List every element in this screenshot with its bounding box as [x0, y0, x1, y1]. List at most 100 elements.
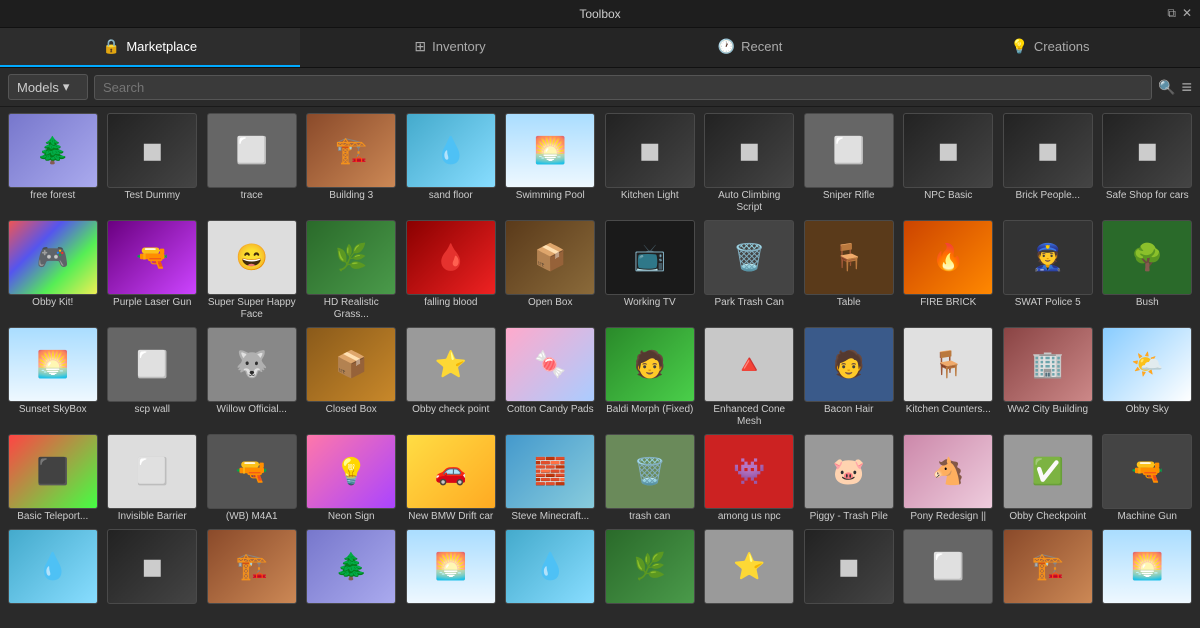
list-item[interactable]: 🌅Swimming Pool	[502, 111, 600, 216]
list-item[interactable]: ⬜scp wall	[104, 325, 202, 430]
item-label: Park Trash Can	[715, 297, 784, 309]
item-thumbnail: 🌿	[605, 529, 695, 604]
list-item[interactable]: ⬜Invisible Barrier	[104, 432, 202, 525]
list-item[interactable]: ✅Obby Checkpoint	[999, 432, 1097, 525]
list-item[interactable]: 💧	[4, 527, 102, 608]
list-item[interactable]: ◼Safe Shop for cars	[1099, 111, 1197, 216]
item-thumbnail: 🪑	[903, 327, 993, 402]
list-item[interactable]: ⭐	[701, 527, 799, 608]
list-item[interactable]: 🔫Purple Laser Gun	[104, 218, 202, 323]
search-input[interactable]	[103, 80, 1143, 95]
list-item[interactable]: 🍬 Cotton Candy Pads	[502, 325, 600, 430]
list-item[interactable]: 🌿HD Realistic Grass...	[303, 218, 401, 323]
item-thumbnail: 🌿	[306, 220, 396, 295]
window-controls[interactable]: ⧉ ✕	[1167, 6, 1192, 21]
item-thumbnail: 🗑️	[605, 434, 695, 509]
list-item[interactable]: 🌲	[303, 527, 401, 608]
list-item[interactable]: ◼	[104, 527, 202, 608]
list-item[interactable]: 🔫(WB) M4A1	[203, 432, 301, 525]
list-item[interactable]: ⬜trace	[203, 111, 301, 216]
list-item[interactable]: 🌳Bush	[1099, 218, 1197, 323]
list-item[interactable]: ◼Auto Climbing Script	[701, 111, 799, 216]
item-label: Purple Laser Gun	[113, 297, 191, 309]
list-item[interactable]: 🐷Piggy - Trash Pile	[800, 432, 898, 525]
items-grid: 🌲free forest◼Test Dummy⬜trace🏗️Building …	[0, 107, 1200, 609]
list-item[interactable]: 🏗️	[203, 527, 301, 608]
item-label: Brick People...	[1016, 190, 1080, 202]
list-item[interactable]: 🌅Sunset SkyBox	[4, 325, 102, 430]
tab-inventory[interactable]: ⊞ Inventory	[300, 28, 600, 67]
item-thumbnail: 📦	[306, 327, 396, 402]
list-item[interactable]: ◼Test Dummy	[104, 111, 202, 216]
list-item[interactable]: 😄Super Super Happy Face	[203, 218, 301, 323]
item-thumbnail: 🔺	[704, 327, 794, 402]
list-item[interactable]: ⬛Basic Teleport...	[4, 432, 102, 525]
list-item[interactable]: 🏗️Building 3	[303, 111, 401, 216]
list-item[interactable]: 🔥FIRE BRICK	[900, 218, 998, 323]
list-item[interactable]: 🌤️Obby Sky	[1099, 325, 1197, 430]
item-label: Auto Climbing Script	[704, 190, 794, 214]
item-thumbnail: 😄	[207, 220, 297, 295]
search-icon[interactable]: 🔍	[1158, 79, 1175, 96]
list-item[interactable]: 📦Closed Box	[303, 325, 401, 430]
item-label: Baldi Morph (Fixed)	[606, 404, 693, 416]
list-item[interactable]: ⭐Obby check point	[402, 325, 500, 430]
filter-icon[interactable]: ≡	[1181, 77, 1192, 98]
item-thumbnail: 👮	[1003, 220, 1093, 295]
list-item[interactable]: 💡Neon Sign	[303, 432, 401, 525]
list-item[interactable]: ⬜	[900, 527, 998, 608]
item-thumbnail: 🌲	[306, 529, 396, 604]
tab-bar: 🔒 Marketplace ⊞ Inventory 🕐 Recent 💡 Cre…	[0, 28, 1200, 68]
list-item[interactable]: 🔫Machine Gun	[1099, 432, 1197, 525]
list-item[interactable]: 🏢Ww2 City Building	[999, 325, 1097, 430]
models-dropdown[interactable]: Models ▾	[8, 74, 88, 100]
list-item[interactable]: ◼ Brick People...	[999, 111, 1097, 216]
list-item[interactable]: 📦Open Box	[502, 218, 600, 323]
list-item[interactable]: 🧱Steve Minecraft...	[502, 432, 600, 525]
tab-marketplace[interactable]: 🔒 Marketplace	[0, 28, 300, 67]
item-thumbnail: 🍬	[505, 327, 595, 402]
list-item[interactable]: ◼NPC Basic	[900, 111, 998, 216]
list-item[interactable]: 🐺Willow Official...	[203, 325, 301, 430]
list-item[interactable]: 💧	[502, 527, 600, 608]
tab-creations[interactable]: 💡 Creations	[900, 28, 1200, 67]
item-thumbnail: 🏗️	[306, 113, 396, 188]
list-item[interactable]: ◼	[800, 527, 898, 608]
close-icon[interactable]: ✕	[1182, 6, 1192, 21]
list-item[interactable]: ◼Kitchen Light	[601, 111, 699, 216]
list-item[interactable]: 🏗️	[999, 527, 1097, 608]
item-label: falling blood	[424, 297, 477, 309]
grid-row-3: ⬛Basic Teleport...⬜Invisible Barrier🔫(WB…	[4, 432, 1196, 525]
restore-icon[interactable]: ⧉	[1167, 6, 1176, 21]
item-thumbnail: ◼	[1003, 113, 1093, 188]
list-item[interactable]: 🧑Bacon Hair	[800, 325, 898, 430]
item-label: Table	[837, 297, 861, 309]
list-item[interactable]: 🌅	[1099, 527, 1197, 608]
item-label: Cotton Candy Pads	[507, 404, 594, 416]
item-thumbnail: 🧱	[505, 434, 595, 509]
list-item[interactable]: 👮SWAT Police 5	[999, 218, 1097, 323]
grid-row-1: 🎮Obby Kit!🔫Purple Laser Gun😄Super Super …	[4, 218, 1196, 323]
list-item[interactable]: 🚗New BMW Drift car	[402, 432, 500, 525]
item-label: scp wall	[134, 404, 170, 416]
list-item[interactable]: 🐴Pony Redesign ||	[900, 432, 998, 525]
list-item[interactable]: 🌿	[601, 527, 699, 608]
list-item[interactable]: 🔺Enhanced Cone Mesh	[701, 325, 799, 430]
item-thumbnail: ⭐	[406, 327, 496, 402]
list-item[interactable]: 🪑Kitchen Counters...	[900, 325, 998, 430]
item-thumbnail: 📦	[505, 220, 595, 295]
list-item[interactable]: 🪑Table	[800, 218, 898, 323]
tab-recent[interactable]: 🕐 Recent	[600, 28, 900, 67]
list-item[interactable]: 🩸falling blood	[402, 218, 500, 323]
list-item[interactable]: 📺Working TV	[601, 218, 699, 323]
list-item[interactable]: 🗑️trash can	[601, 432, 699, 525]
list-item[interactable]: 💧sand floor	[402, 111, 500, 216]
list-item[interactable]: 🎮Obby Kit!	[4, 218, 102, 323]
list-item[interactable]: 👾among us npc	[701, 432, 799, 525]
list-item[interactable]: 🌅	[402, 527, 500, 608]
list-item[interactable]: ⬜Sniper Rifle	[800, 111, 898, 216]
list-item[interactable]: 🌲free forest	[4, 111, 102, 216]
item-label: Super Super Happy Face	[207, 297, 297, 321]
list-item[interactable]: 🗑️Park Trash Can	[701, 218, 799, 323]
list-item[interactable]: 🧑Baldi Morph (Fixed)	[601, 325, 699, 430]
